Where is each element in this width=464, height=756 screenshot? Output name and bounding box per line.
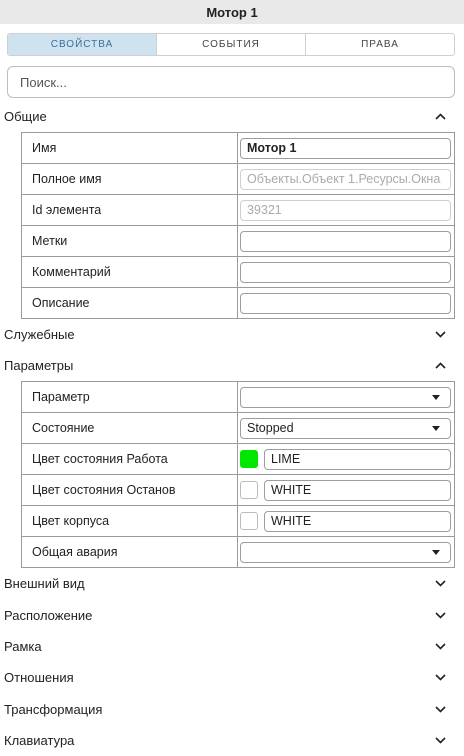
property-label: Цвет корпуса	[21, 505, 238, 537]
property-label: Метки	[21, 225, 238, 257]
property-row-color-body: Цвет корпуса WHITE	[21, 505, 455, 537]
description-field[interactable]	[240, 292, 451, 314]
state-select[interactable]: Stopped	[240, 417, 451, 439]
section-position-title: Расположение	[4, 607, 93, 623]
property-label: Общая авария	[21, 536, 238, 568]
id-field: 39321	[240, 199, 451, 221]
color-body-field[interactable]: WHITE	[264, 510, 451, 532]
color-stop-field[interactable]: WHITE	[264, 479, 451, 501]
property-row-id: Id элемента 39321	[21, 194, 455, 226]
section-general-header[interactable]: Общие	[0, 101, 464, 131]
window-title: Мотор 1	[0, 0, 464, 24]
section-frame-title: Рамка	[4, 638, 42, 654]
property-row-name: Имя Мотор 1	[21, 132, 455, 164]
chevron-down-icon	[434, 609, 446, 621]
tab-properties[interactable]: СВОЙСТВА	[8, 34, 157, 55]
property-label: Id элемента	[21, 194, 238, 226]
section-service-header[interactable]: Служебные	[0, 319, 464, 349]
property-row-full-name: Полное имя Объекты.Объект 1.Ресурсы.Окна	[21, 163, 455, 195]
property-label: Цвет состояния Останов	[21, 474, 238, 506]
property-row-description: Описание	[21, 287, 455, 319]
section-appearance-title: Внешний вид	[4, 575, 85, 591]
chevron-down-icon	[434, 703, 446, 715]
property-label: Комментарий	[21, 256, 238, 288]
param-select[interactable]	[240, 386, 451, 408]
color-swatch-body[interactable]	[240, 512, 258, 530]
section-frame-header[interactable]: Рамка	[0, 631, 464, 661]
property-label: Параметр	[21, 381, 238, 413]
property-label: Описание	[21, 287, 238, 319]
property-row-param: Параметр	[21, 381, 455, 413]
name-field[interactable]: Мотор 1	[240, 137, 451, 159]
chevron-up-icon	[434, 359, 446, 371]
search-input[interactable]	[7, 66, 455, 98]
color-swatch-stop[interactable]	[240, 481, 258, 499]
tags-field[interactable]	[240, 230, 451, 252]
section-keyboard-header[interactable]: Клавиатура	[0, 725, 464, 755]
state-select-value: Stopped	[247, 421, 294, 435]
property-label: Состояние	[21, 412, 238, 444]
section-keyboard-title: Клавиатура	[4, 732, 75, 748]
params-properties-table: Параметр Состояние Stopped Цвет состояни…	[21, 381, 455, 568]
tab-rights[interactable]: ПРАВА	[306, 34, 454, 55]
dropdown-caret-icon	[432, 394, 440, 400]
property-label: Полное имя	[21, 163, 238, 195]
section-params-header[interactable]: Параметры	[0, 350, 464, 380]
chevron-down-icon	[434, 577, 446, 589]
chevron-up-icon	[434, 110, 446, 122]
chevron-down-icon	[434, 328, 446, 340]
general-properties-table: Имя Мотор 1 Полное имя Объекты.Объект 1.…	[21, 132, 455, 319]
property-label: Имя	[21, 132, 238, 164]
section-transform-header[interactable]: Трансформация	[0, 694, 464, 724]
section-general-title: Общие	[4, 108, 47, 124]
property-row-color-work: Цвет состояния Работа LIME	[21, 443, 455, 475]
property-row-color-stop: Цвет состояния Останов WHITE	[21, 474, 455, 506]
section-relations-title: Отношения	[4, 669, 74, 685]
tabs-bar: СВОЙСТВА СОБЫТИЯ ПРАВА	[7, 33, 455, 56]
section-position-header[interactable]: Расположение	[0, 600, 464, 630]
dropdown-caret-icon	[432, 425, 440, 431]
alarm-select[interactable]	[240, 541, 451, 563]
tab-events[interactable]: СОБЫТИЯ	[157, 34, 306, 55]
section-transform-title: Трансформация	[4, 701, 103, 717]
property-row-alarm: Общая авария	[21, 536, 455, 568]
property-row-state: Состояние Stopped	[21, 412, 455, 444]
chevron-down-icon	[434, 640, 446, 652]
comment-field[interactable]	[240, 261, 451, 283]
section-service-title: Служебные	[4, 326, 75, 342]
section-appearance-header[interactable]: Внешний вид	[0, 568, 464, 598]
dropdown-caret-icon	[432, 549, 440, 555]
section-params-title: Параметры	[4, 357, 74, 373]
chevron-down-icon	[434, 671, 446, 683]
chevron-down-icon	[434, 734, 446, 746]
color-swatch-work[interactable]	[240, 450, 258, 468]
section-relations-header[interactable]: Отношения	[0, 662, 464, 692]
property-row-comment: Комментарий	[21, 256, 455, 288]
color-work-field[interactable]: LIME	[264, 448, 451, 470]
property-row-tags: Метки	[21, 225, 455, 257]
property-label: Цвет состояния Работа	[21, 443, 238, 475]
full-name-field: Объекты.Объект 1.Ресурсы.Окна	[240, 168, 451, 190]
